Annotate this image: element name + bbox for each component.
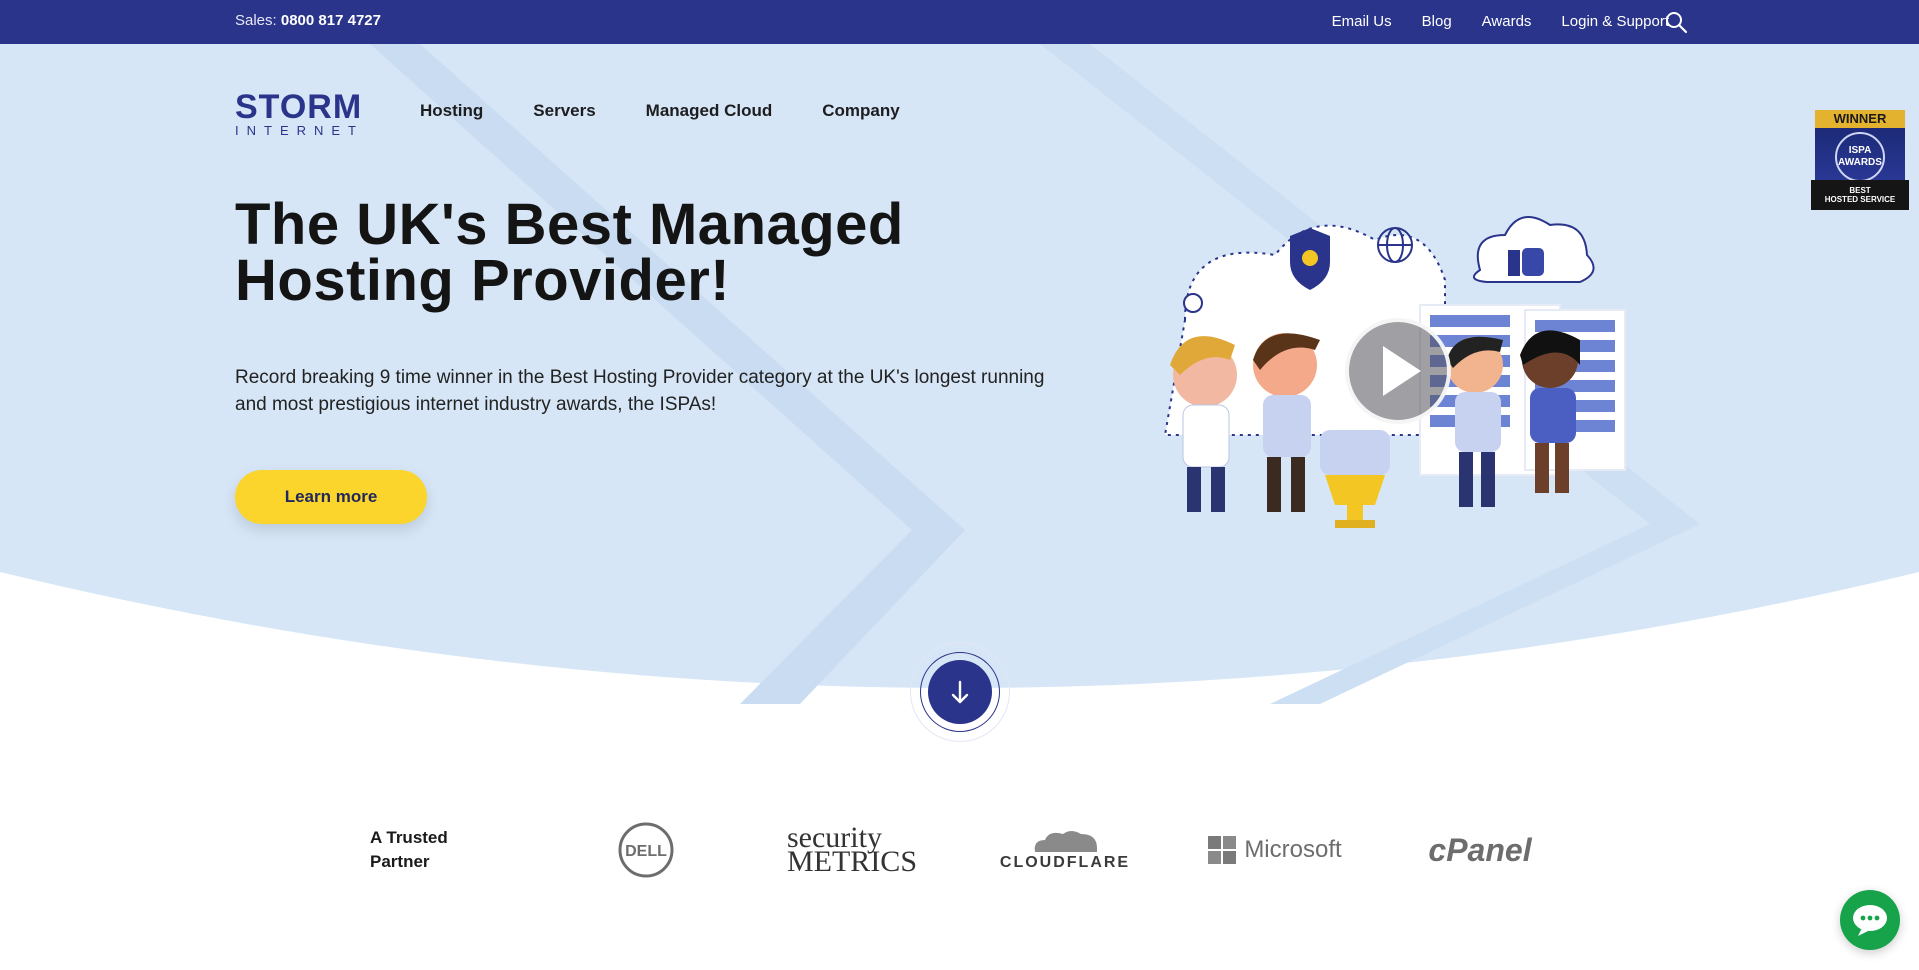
badge-winner-label: WINNER xyxy=(1815,110,1905,128)
utility-links: Email Us Blog Awards Login & Support xyxy=(1332,13,1669,30)
nav-managed-cloud[interactable]: Managed Cloud xyxy=(646,101,773,121)
logo-subtitle: INTERNET xyxy=(235,123,364,138)
search-icon[interactable] xyxy=(1664,10,1688,34)
trusted-partner-label: A Trusted Partner xyxy=(370,828,448,871)
live-chat-button[interactable] xyxy=(1840,890,1900,950)
top-utility-bar: Sales: 0800 817 4727 Email Us Blog Award… xyxy=(0,0,1919,44)
scroll-button-core[interactable] xyxy=(928,660,992,724)
microsoft-windows-icon xyxy=(1208,836,1237,864)
blog-link[interactable]: Blog xyxy=(1422,13,1452,30)
hero-subtitle: Record breaking 9 time winner in the Bes… xyxy=(235,367,1045,415)
securitymetrics-logo-text: security METRICS xyxy=(786,821,918,878)
main-navigation: Hosting Servers Managed Cloud Company xyxy=(420,101,900,121)
partner-logo-cpanel: cPanel xyxy=(1410,820,1550,880)
partner-logo-microsoft: Microsoft xyxy=(1205,820,1345,880)
learn-more-button[interactable]: Learn more xyxy=(235,470,427,524)
partner-logo-securitymetrics: security METRICS xyxy=(787,820,917,880)
scroll-down-button[interactable] xyxy=(910,642,1010,742)
microsoft-logo-text: Microsoft xyxy=(1244,836,1342,863)
nav-servers[interactable]: Servers xyxy=(533,101,595,121)
badge-footer-line2: HOSTED SERVICE xyxy=(1824,195,1896,204)
play-icon xyxy=(1383,346,1421,396)
cpanel-logo-text: cPanel xyxy=(1428,831,1532,868)
hero-section: STORM INTERNET Hosting Servers Managed C… xyxy=(0,44,1919,704)
badge-seal: ISPA AWARDS xyxy=(1835,132,1885,182)
logo-wordmark: STORM xyxy=(235,88,363,126)
login-support-link[interactable]: Login & Support xyxy=(1561,13,1669,30)
email-us-link[interactable]: Email Us xyxy=(1332,13,1392,30)
hero-title: The UK's Best Managed Hosting Provider! xyxy=(235,192,904,313)
dell-logo-text: DELL xyxy=(625,843,667,860)
nav-company[interactable]: Company xyxy=(822,101,899,121)
arrow-down-icon xyxy=(951,680,969,704)
awards-link[interactable]: Awards xyxy=(1482,13,1532,30)
play-video-button[interactable] xyxy=(1345,318,1451,424)
chat-bubble-icon xyxy=(1853,905,1887,936)
storm-internet-logo[interactable]: STORM INTERNET xyxy=(235,90,375,138)
badge-footer-line1: BEST xyxy=(1849,186,1871,195)
partner-logo-dell: DELL xyxy=(612,820,680,880)
sales-label: Sales: xyxy=(235,12,277,29)
badge-footer: BEST HOSTED SERVICE xyxy=(1811,180,1909,210)
dell-logo: DELL xyxy=(618,822,674,878)
sales-phone-link[interactable]: 0800 817 4727 xyxy=(281,12,381,29)
nav-hosting[interactable]: Hosting xyxy=(420,101,483,121)
cloud-icon xyxy=(1034,831,1097,852)
ispa-award-badge: WINNER ISPA AWARDS BEST HOSTED SERVICE xyxy=(1810,110,1910,210)
cloudflare-logo-text: CLOUDFLARE xyxy=(999,854,1131,871)
sales-contact: Sales: 0800 817 4727 xyxy=(235,12,381,29)
partner-logo-cloudflare: CLOUDFLARE xyxy=(995,820,1135,880)
